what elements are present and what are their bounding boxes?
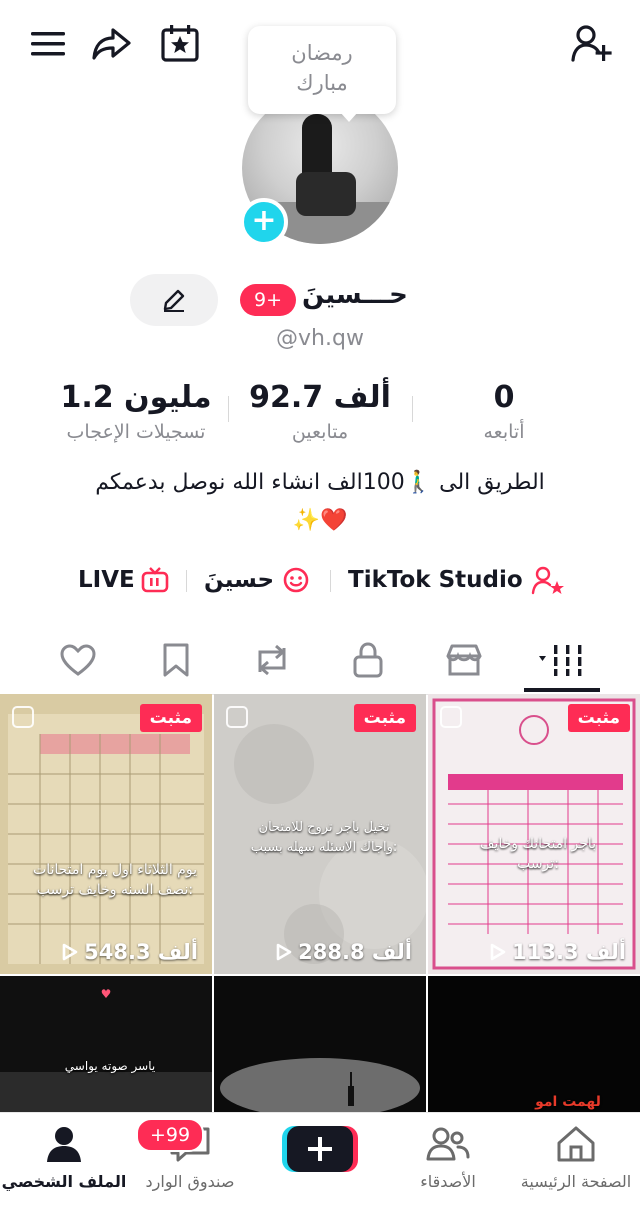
followers-count: 92.7 ألف xyxy=(249,380,391,415)
video-tile[interactable] xyxy=(214,976,426,1112)
nickname-label: حسينَ xyxy=(204,567,275,593)
grid-icon xyxy=(539,645,582,676)
video-tile[interactable]: لهمت امو xyxy=(428,976,640,1112)
live-label: LIVE xyxy=(78,567,135,593)
crowd-thumb: ♥ xyxy=(0,976,212,1112)
nav-inbox-label: صندوق الوارد xyxy=(145,1172,235,1191)
tab-videos[interactable] xyxy=(524,632,600,688)
select-checkbox[interactable] xyxy=(440,706,462,728)
profile-icon xyxy=(47,1127,81,1162)
view-count: 113.3 ألف xyxy=(490,940,626,964)
inbox-count-badge: +99 xyxy=(136,1118,205,1152)
add-photo-button[interactable]: + xyxy=(240,198,288,246)
edit-profile-button[interactable] xyxy=(130,274,218,326)
link-divider xyxy=(330,570,331,592)
pinned-badge: مثبت xyxy=(139,704,202,732)
content-tabs xyxy=(0,624,640,695)
pinned-badge: مثبت xyxy=(353,704,416,732)
night-field-thumb xyxy=(214,976,426,1112)
video-caption: تخيل باجر تروح للامتحان واجاك الاسئله سه… xyxy=(250,820,398,855)
video-caption: ياسر صوته يواسي xyxy=(64,1059,156,1073)
video-tile[interactable]: ♥ ياسر صوته يواسي xyxy=(0,976,212,1112)
profile-links: LIVE حسينَ TikTok Studio xyxy=(0,560,640,600)
pinned-badge: مثبت xyxy=(567,704,630,732)
tab-favorites[interactable] xyxy=(146,632,206,688)
play-icon xyxy=(490,943,506,961)
video-tile[interactable]: مثبت باجر امتحانك وخايف ترسب: 113.3 ألف xyxy=(428,694,640,974)
smile-icon xyxy=(283,567,309,593)
play-icon xyxy=(62,943,78,961)
nav-profile[interactable]: الملف الشخصي xyxy=(0,1125,128,1193)
view-count-text: 113.3 ألف xyxy=(512,940,626,964)
studio-label: TikTok Studio xyxy=(348,567,523,593)
video-caption: يوم الثلاثاء اول يوم امتحانات نصف السنه … xyxy=(33,862,197,898)
home-icon xyxy=(557,1126,595,1162)
stat-followers[interactable]: 92.7 ألف متابعين xyxy=(220,378,420,446)
calendar-star-icon[interactable] xyxy=(156,20,204,66)
nav-home[interactable]: الصفحة الرئيسية xyxy=(512,1125,640,1193)
exam-table-thumb xyxy=(8,714,204,964)
create-button[interactable] xyxy=(282,1124,358,1174)
repost-icon xyxy=(258,644,286,676)
share-icon[interactable] xyxy=(88,22,136,66)
stat-likes[interactable]: 1.2 مليون تسجيلات الإعجاب xyxy=(36,378,236,446)
video-tile[interactable]: مثبت يوم الثلاثاء اول يوم امتحانات نصف ا… xyxy=(0,694,212,974)
view-count-text: 288.8 ألف xyxy=(298,940,412,964)
following-label: أتابعه xyxy=(483,421,525,443)
nickname-bubble: رمضان مبارك xyxy=(248,26,396,114)
nav-friends-label: الأصدقاء xyxy=(420,1172,476,1191)
level-badge[interactable]: 9+ xyxy=(240,284,296,316)
tab-liked[interactable] xyxy=(48,632,108,688)
plus-icon: + xyxy=(251,203,277,238)
view-count-text: 548.3 ألف xyxy=(84,940,198,964)
add-friend-icon[interactable] xyxy=(566,20,618,66)
profile-handle: @vh.qw xyxy=(276,326,364,351)
video-tile[interactable]: مثبت تخيل باجر تروح للامتحان واجاك الاسئ… xyxy=(214,694,426,974)
stat-following[interactable]: 0 أتابعه xyxy=(404,378,604,446)
nav-profile-label: الملف الشخصي xyxy=(1,1172,127,1191)
select-checkbox[interactable] xyxy=(226,706,248,728)
video-caption: لهمت امو xyxy=(535,1094,601,1110)
profile-name: حـــسينَ xyxy=(302,280,408,310)
view-count: 548.3 ألف xyxy=(62,940,198,964)
friends-icon xyxy=(426,1127,470,1161)
likes-label: تسجيلات الإعجاب xyxy=(66,421,206,443)
view-count: 288.8 ألف xyxy=(276,940,412,964)
pencil-icon xyxy=(163,289,185,312)
active-tab-indicator xyxy=(524,688,600,692)
bubble-tail xyxy=(340,112,358,122)
svg-text:♥: ♥ xyxy=(101,987,112,1001)
play-icon xyxy=(276,943,292,961)
nickname-link[interactable]: حسينَ xyxy=(204,560,310,600)
bookmark-icon xyxy=(163,643,189,677)
nav-home-label: الصفحة الرئيسية xyxy=(520,1172,632,1191)
nav-friends[interactable]: الأصدقاء xyxy=(384,1125,512,1193)
followers-label: متابعين xyxy=(291,421,349,443)
bubble-line-1: رمضان xyxy=(291,41,353,65)
live-link[interactable]: LIVE xyxy=(78,560,169,600)
tab-shop[interactable] xyxy=(434,632,494,688)
following-count: 0 xyxy=(493,380,515,415)
heart-icon xyxy=(60,644,96,676)
tab-reposts[interactable] xyxy=(242,632,302,688)
link-divider xyxy=(186,570,187,592)
select-checkbox[interactable] xyxy=(12,706,34,728)
profile-bio: الطريق الى 🚶‍♂️100الف انشاء الله نوصل بد… xyxy=(40,464,600,540)
video-caption: باجر امتحانك وخايف ترسب: xyxy=(479,836,597,872)
menu-icon[interactable] xyxy=(26,24,70,64)
bubble-line-2: مبارك xyxy=(296,71,348,95)
studio-icon xyxy=(531,566,564,595)
tab-private[interactable] xyxy=(338,632,398,688)
shop-icon xyxy=(446,644,482,676)
studio-link[interactable]: TikTok Studio xyxy=(348,560,565,600)
bio-line-1: الطريق الى 🚶‍♂️100الف انشاء الله نوصل بد… xyxy=(95,470,545,495)
live-icon xyxy=(141,567,169,593)
likes-count: 1.2 مليون xyxy=(60,380,212,415)
lock-icon xyxy=(353,642,383,678)
bio-line-2: ✨❤️ xyxy=(292,508,348,533)
